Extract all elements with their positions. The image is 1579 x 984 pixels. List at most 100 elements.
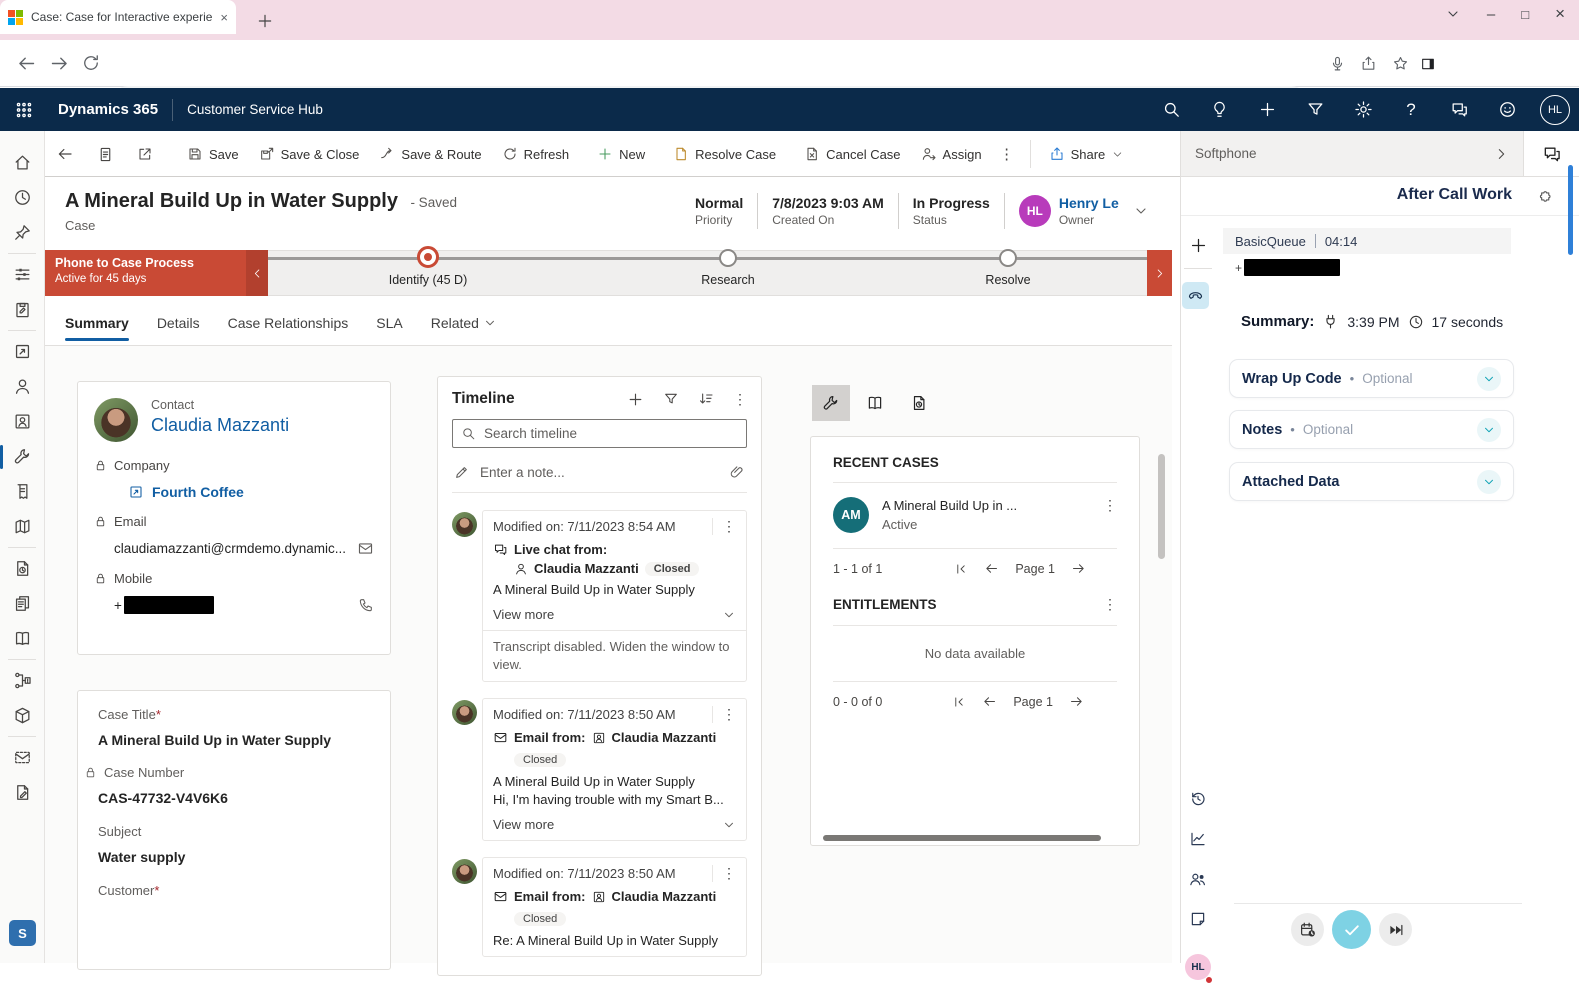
contact-name-link[interactable]: Claudia Mazzanti bbox=[151, 415, 289, 436]
cases-icon-active[interactable] bbox=[0, 439, 45, 474]
next-page-icon[interactable] bbox=[1069, 694, 1084, 709]
help-icon[interactable]: ? bbox=[1387, 100, 1435, 120]
settings-gear-icon[interactable] bbox=[1339, 100, 1387, 119]
window-maximize-button[interactable]: □ bbox=[1521, 7, 1529, 22]
browser-tab[interactable]: Case: Case for Interactive experie × bbox=[0, 0, 236, 34]
entry-more-icon[interactable]: ⋮ bbox=[712, 706, 736, 723]
schedule-followup-button[interactable] bbox=[1291, 913, 1324, 946]
active-call-session-icon[interactable] bbox=[1182, 282, 1209, 309]
command-overflow-icon[interactable]: ⋮ bbox=[992, 131, 1022, 177]
subject-value[interactable]: Water supply bbox=[98, 849, 370, 865]
browser-back-button[interactable] bbox=[16, 53, 37, 74]
next-page-icon[interactable] bbox=[1071, 561, 1086, 576]
tab-related[interactable]: Related bbox=[431, 300, 497, 346]
collapse-pane-chevron-icon[interactable] bbox=[1493, 146, 1509, 162]
skip-button[interactable] bbox=[1379, 913, 1412, 946]
attach-paperclip-icon[interactable] bbox=[729, 464, 745, 480]
articles-icon[interactable] bbox=[0, 586, 45, 621]
view-more-toggle[interactable]: View more bbox=[493, 817, 736, 832]
mobile-value-row[interactable]: + bbox=[114, 596, 374, 614]
timeline-entry[interactable]: Modified on: 7/11/2023 8:54 AM ⋮ Live ch… bbox=[452, 510, 747, 682]
timeline-search-input[interactable] bbox=[484, 426, 738, 441]
related-tab-knowledge-icon[interactable] bbox=[856, 385, 894, 421]
quick-create-icon[interactable] bbox=[1243, 100, 1291, 119]
bpf-next-chevron-icon[interactable] bbox=[1147, 250, 1172, 296]
assign-button[interactable]: Assign bbox=[911, 131, 992, 177]
new-session-plus-icon[interactable] bbox=[1181, 228, 1215, 262]
agent-dashboard-icon[interactable] bbox=[0, 257, 45, 292]
cancel-case-button[interactable]: Cancel Case bbox=[794, 131, 910, 177]
horizontal-scrollbar[interactable] bbox=[823, 835, 1101, 841]
task-flow-icon[interactable] bbox=[85, 131, 125, 177]
timeline-sort-icon[interactable] bbox=[698, 391, 714, 407]
phone-call-icon[interactable] bbox=[358, 597, 374, 613]
expand-chevron-icon[interactable] bbox=[1477, 470, 1501, 494]
bpf-stage-resolve-dot[interactable] bbox=[999, 249, 1017, 267]
resolve-case-button[interactable]: Resolve Case bbox=[663, 131, 786, 177]
back-button[interactable] bbox=[45, 131, 85, 177]
expand-chevron-icon[interactable] bbox=[1477, 367, 1501, 391]
app-name[interactable]: Customer Service Hub bbox=[187, 102, 323, 117]
enter-note-input[interactable] bbox=[480, 465, 719, 480]
bookmark-star-icon[interactable] bbox=[1392, 55, 1409, 72]
panel-scrollbar[interactable] bbox=[1568, 165, 1573, 255]
main-vertical-scrollbar[interactable] bbox=[1158, 454, 1165, 559]
timeline-entry[interactable]: Modified on: 7/11/2023 8:50 AM ⋮ Email f… bbox=[452, 857, 747, 957]
timeline-search[interactable] bbox=[452, 419, 747, 448]
mail-templates-icon[interactable] bbox=[0, 740, 45, 775]
entry-more-icon[interactable]: ⋮ bbox=[712, 518, 736, 535]
window-minimize-button[interactable]: – bbox=[1487, 6, 1495, 23]
tab-summary[interactable]: Summary bbox=[65, 300, 129, 346]
queues-icon[interactable] bbox=[0, 509, 45, 544]
save-button[interactable]: Save bbox=[177, 131, 249, 177]
accounts-icon[interactable] bbox=[0, 334, 45, 369]
entry-more-icon[interactable]: ⋮ bbox=[712, 865, 736, 882]
company-value-row[interactable]: Fourth Coffee bbox=[128, 484, 374, 500]
teams-chat-icon[interactable] bbox=[1435, 100, 1483, 119]
activities-icon[interactable] bbox=[0, 292, 45, 327]
brand-title[interactable]: Dynamics 365 bbox=[58, 101, 158, 118]
knowledge-search-icon[interactable] bbox=[0, 551, 45, 586]
timeline-add-icon[interactable] bbox=[627, 391, 644, 408]
products-icon[interactable] bbox=[0, 698, 45, 733]
share-button[interactable]: Share bbox=[1039, 131, 1135, 177]
prev-page-icon[interactable] bbox=[984, 561, 999, 576]
puzzle-app-icon[interactable] bbox=[1536, 189, 1553, 206]
tab-sla[interactable]: SLA bbox=[376, 300, 402, 346]
browser-forward-button[interactable] bbox=[49, 53, 70, 74]
social-profiles-icon[interactable] bbox=[0, 404, 45, 439]
contacts-people-icon[interactable] bbox=[1181, 862, 1215, 896]
bpf-stage-identify-label[interactable]: Identify (45 D) bbox=[389, 273, 468, 287]
tab-close-button[interactable]: × bbox=[220, 10, 228, 25]
entitlements-flow-icon[interactable] bbox=[0, 663, 45, 698]
mic-icon[interactable] bbox=[1329, 55, 1346, 72]
lightbulb-icon[interactable] bbox=[1195, 100, 1243, 119]
email-compose-icon[interactable] bbox=[357, 540, 374, 557]
window-close-button[interactable]: × bbox=[1555, 4, 1565, 24]
bpf-prev-chevron-icon[interactable] bbox=[246, 250, 268, 296]
contacts-icon[interactable] bbox=[0, 369, 45, 404]
refresh-button[interactable]: Refresh bbox=[492, 131, 580, 177]
bpf-stage-resolve-label[interactable]: Resolve bbox=[985, 273, 1030, 287]
recent-case-more-icon[interactable]: ⋮ bbox=[1103, 497, 1117, 514]
header-expand-chevron-icon[interactable] bbox=[1133, 203, 1149, 219]
browser-menu-chevron[interactable] bbox=[1445, 6, 1461, 22]
analytics-chart-icon[interactable] bbox=[1181, 822, 1215, 856]
attached-data-section[interactable]: Attached Data bbox=[1229, 462, 1514, 501]
area-switcher-badge[interactable]: S bbox=[9, 920, 36, 946]
notes-card-icon[interactable] bbox=[1181, 902, 1215, 936]
tab-details[interactable]: Details bbox=[157, 300, 200, 346]
invoice-icon[interactable] bbox=[0, 474, 45, 509]
knowledge-book-icon[interactable] bbox=[0, 621, 45, 656]
bpf-stage-research-label[interactable]: Research bbox=[701, 273, 755, 287]
share-page-icon[interactable] bbox=[1360, 55, 1377, 72]
timeline-more-icon[interactable]: ⋮ bbox=[733, 391, 747, 408]
search-icon[interactable] bbox=[1147, 100, 1195, 119]
history-icon[interactable] bbox=[1181, 782, 1215, 816]
user-avatar[interactable]: HL bbox=[1531, 95, 1579, 125]
recent-case-row[interactable]: AM A Mineral Build Up in ... Active ⋮ bbox=[833, 497, 1117, 533]
entitlements-more-icon[interactable]: ⋮ bbox=[1103, 596, 1117, 613]
bpf-stage-research-dot[interactable] bbox=[719, 249, 737, 267]
case-title-value[interactable]: A Mineral Build Up in Water Supply bbox=[98, 732, 370, 748]
related-tab-article-search-icon[interactable] bbox=[900, 385, 938, 421]
